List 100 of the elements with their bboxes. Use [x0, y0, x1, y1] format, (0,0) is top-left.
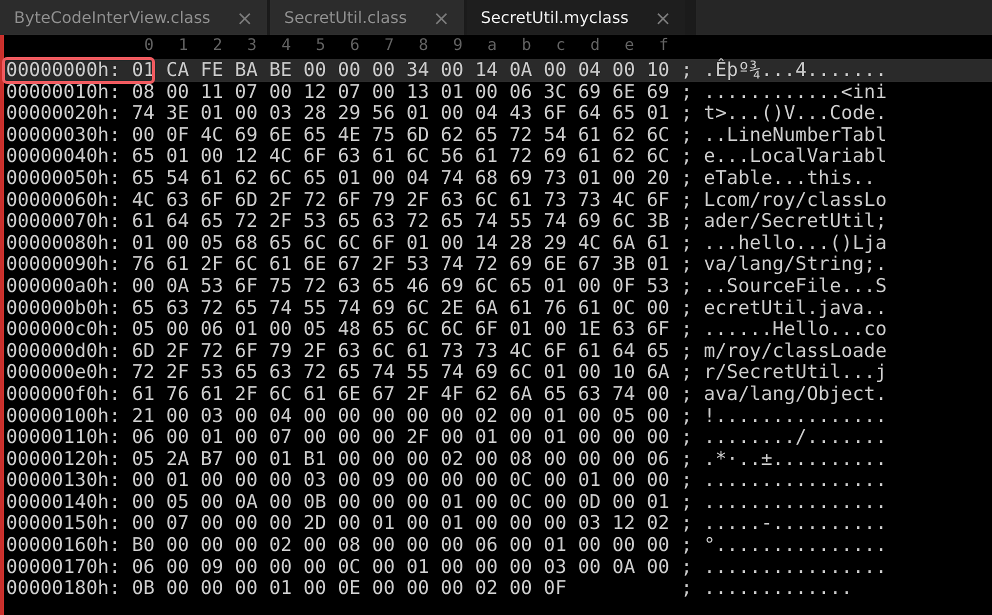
hex-bytes: 74 3E 01 00 03 28 29 56 01 00 04 43 6F 64 65 01 — [132, 103, 670, 125]
row-address: 000000f0h: — [6, 384, 122, 406]
ascii-text: e...LocalVariabl — [704, 146, 887, 168]
separator: ; — [680, 319, 694, 341]
column-header: d — [590, 35, 600, 56]
ascii-text: .*·..±.......... — [704, 448, 887, 470]
column-header: 5 — [316, 35, 326, 56]
separator: ; — [680, 556, 694, 578]
ascii-text: eTable...this.. — [704, 168, 876, 190]
row-address: 000000d0h: — [6, 340, 122, 362]
row-address: 000000e0h: — [6, 362, 122, 384]
tab-label[interactable]: SecretUtil.class — [284, 8, 407, 27]
separator: ; — [680, 232, 694, 254]
separator: ; — [680, 190, 694, 212]
row-address: 00000130h: — [6, 470, 122, 492]
ascii-text: .....-.......... — [704, 513, 887, 536]
separator: ; — [680, 276, 694, 298]
column-header: 7 — [384, 35, 394, 56]
hex-bytes: 00 0A 53 6F 75 72 63 65 46 69 6C 65 01 00 0F 53 — [132, 276, 670, 298]
column-header: b — [522, 35, 532, 56]
ascii-text: va/lang/String;. — [704, 254, 887, 276]
separator: ; — [680, 578, 694, 600]
row-address: 000000c0h: — [6, 319, 122, 341]
separator: ; — [680, 124, 694, 146]
row-address: 00000070h: — [6, 211, 122, 233]
separator: ; — [680, 470, 694, 492]
separator: ; — [680, 384, 694, 406]
separator: ; — [680, 427, 694, 449]
column-header: a — [487, 35, 497, 56]
close-button[interactable]: × — [432, 6, 450, 30]
row-address: 000000a0h: — [6, 276, 122, 298]
column-header: e — [624, 35, 634, 56]
tab-label[interactable]: SecretUtil.myclass — [480, 8, 629, 27]
row-address: 00000060h: — [6, 190, 122, 212]
separator: ; — [680, 535, 694, 557]
hex-bytes: 01 00 05 68 65 6C 6C 6F 01 00 14 28 29 4C 6A 61 — [132, 232, 670, 254]
ascii-text: ...hello...()Lja — [704, 232, 887, 254]
row-address: 00000160h: — [6, 535, 122, 557]
tab[interactable]: ByteCodeInterView.class × — [0, 0, 268, 35]
row-address: 00000090h: — [6, 254, 122, 276]
separator: ; — [680, 82, 694, 104]
row-address: 00000080h: — [6, 232, 122, 254]
row-address: 00000140h: — [6, 492, 122, 514]
ascii-text: .Êþº¾...4....... — [704, 60, 887, 82]
ascii-text: r/SecretUtil...j — [704, 362, 887, 384]
close-button[interactable]: × — [654, 6, 672, 30]
row-address: 00000030h: — [6, 124, 122, 146]
close-button[interactable]: × — [236, 6, 254, 30]
column-header: 0 — [144, 35, 154, 56]
hex-bytes: 21 00 03 00 04 00 00 00 00 00 02 00 01 00 05 00 — [132, 406, 670, 428]
row-address: 00000110h: — [6, 427, 122, 449]
ascii-text: Lcom/roy/classLo — [704, 190, 887, 212]
row-address: 00000170h: — [6, 556, 122, 578]
hex-bytes: 00 07 00 00 00 2D 00 01 00 01 00 00 00 03 12 02 — [132, 513, 670, 536]
row-address: 00000010h: — [6, 82, 122, 104]
row-address: 00000120h: — [6, 448, 122, 470]
separator: ; — [680, 406, 694, 428]
row-address: 00000150h: — [6, 513, 122, 536]
row-address: 00000020h: — [6, 103, 122, 125]
ascii-text: °............... — [704, 535, 887, 557]
column-header: 6 — [350, 35, 360, 56]
hex-bytes: 00 05 00 0A 00 0B 00 00 00 01 00 0C 00 0D 00 01 — [132, 492, 670, 514]
ascii-text: ava/lang/Object. — [704, 384, 887, 406]
ascii-text: ader/SecretUtil; — [704, 211, 887, 233]
separator: ; — [680, 448, 694, 470]
separator: ; — [680, 298, 694, 320]
hex-bytes: 61 76 61 2F 6C 61 6E 67 2F 4F 62 6A 65 63 74 00 — [132, 384, 670, 406]
row-address: 00000050h: — [6, 168, 122, 190]
hex-bytes: 65 01 00 12 4C 6F 63 61 6C 56 61 72 69 61 62 6C — [132, 146, 670, 168]
separator: ; — [680, 513, 694, 536]
hex-bytes: 05 00 06 01 00 05 48 65 6C 6C 6F 01 00 1E 63 6F — [132, 319, 670, 341]
column-header: 3 — [247, 35, 257, 56]
hex-bytes: 65 63 72 65 74 55 74 69 6C 2E 6A 61 76 61 0C 00 — [132, 298, 670, 320]
row-address: 00000040h: — [6, 146, 122, 168]
hex-bytes: B0 00 00 00 02 00 08 00 00 00 06 00 01 00 00 00 — [132, 535, 670, 557]
hex-bytes: 6D 2F 72 6F 79 2F 63 6C 61 73 73 4C 6F 61 64 65 — [132, 340, 670, 362]
hex-bytes: 00 01 00 00 00 03 00 09 00 00 00 0C 00 01 00 00 — [132, 470, 670, 492]
ascii-text: t>...()V...Code. — [704, 103, 887, 125]
ascii-text: ................ — [704, 492, 887, 514]
ascii-text: ............<ini — [704, 82, 887, 104]
tab-label[interactable]: ByteCodeInterView.class — [14, 8, 210, 27]
hex-bytes: 76 61 2F 6C 61 6E 67 2F 53 74 72 69 6E 67 3B 01 — [132, 254, 670, 276]
column-header: 2 — [212, 35, 222, 56]
ascii-text: ......../....... — [704, 427, 887, 449]
row-address: 00000000h: — [6, 60, 122, 82]
ascii-text: m/roy/classLoade — [704, 340, 887, 362]
hex-bytes: 01 CA FE BA BE 00 00 00 34 00 14 0A 00 04 00 10 — [132, 60, 670, 82]
separator: ; — [680, 254, 694, 276]
separator: ; — [680, 103, 694, 125]
tab[interactable]: SecretUtil.class × — [270, 0, 464, 35]
separator: ; — [680, 146, 694, 168]
hex-bytes: 06 00 09 00 00 00 0C 00 01 00 00 00 03 00 0A 00 — [132, 556, 670, 578]
separator: ; — [680, 60, 694, 82]
hex-bytes: 65 54 61 62 6C 65 01 00 04 74 68 69 73 01 00 20 — [132, 168, 670, 190]
row-address: 00000100h: — [6, 406, 122, 428]
hex-bytes: 05 2A B7 00 01 B1 00 00 00 02 00 08 00 00 00 06 — [132, 448, 670, 470]
ascii-text: ............. — [704, 578, 852, 600]
hex-bytes: 06 00 01 00 07 00 00 00 2F 00 01 00 01 00 00 00 — [132, 427, 670, 449]
column-header: 4 — [281, 35, 292, 56]
separator: ; — [680, 362, 694, 384]
